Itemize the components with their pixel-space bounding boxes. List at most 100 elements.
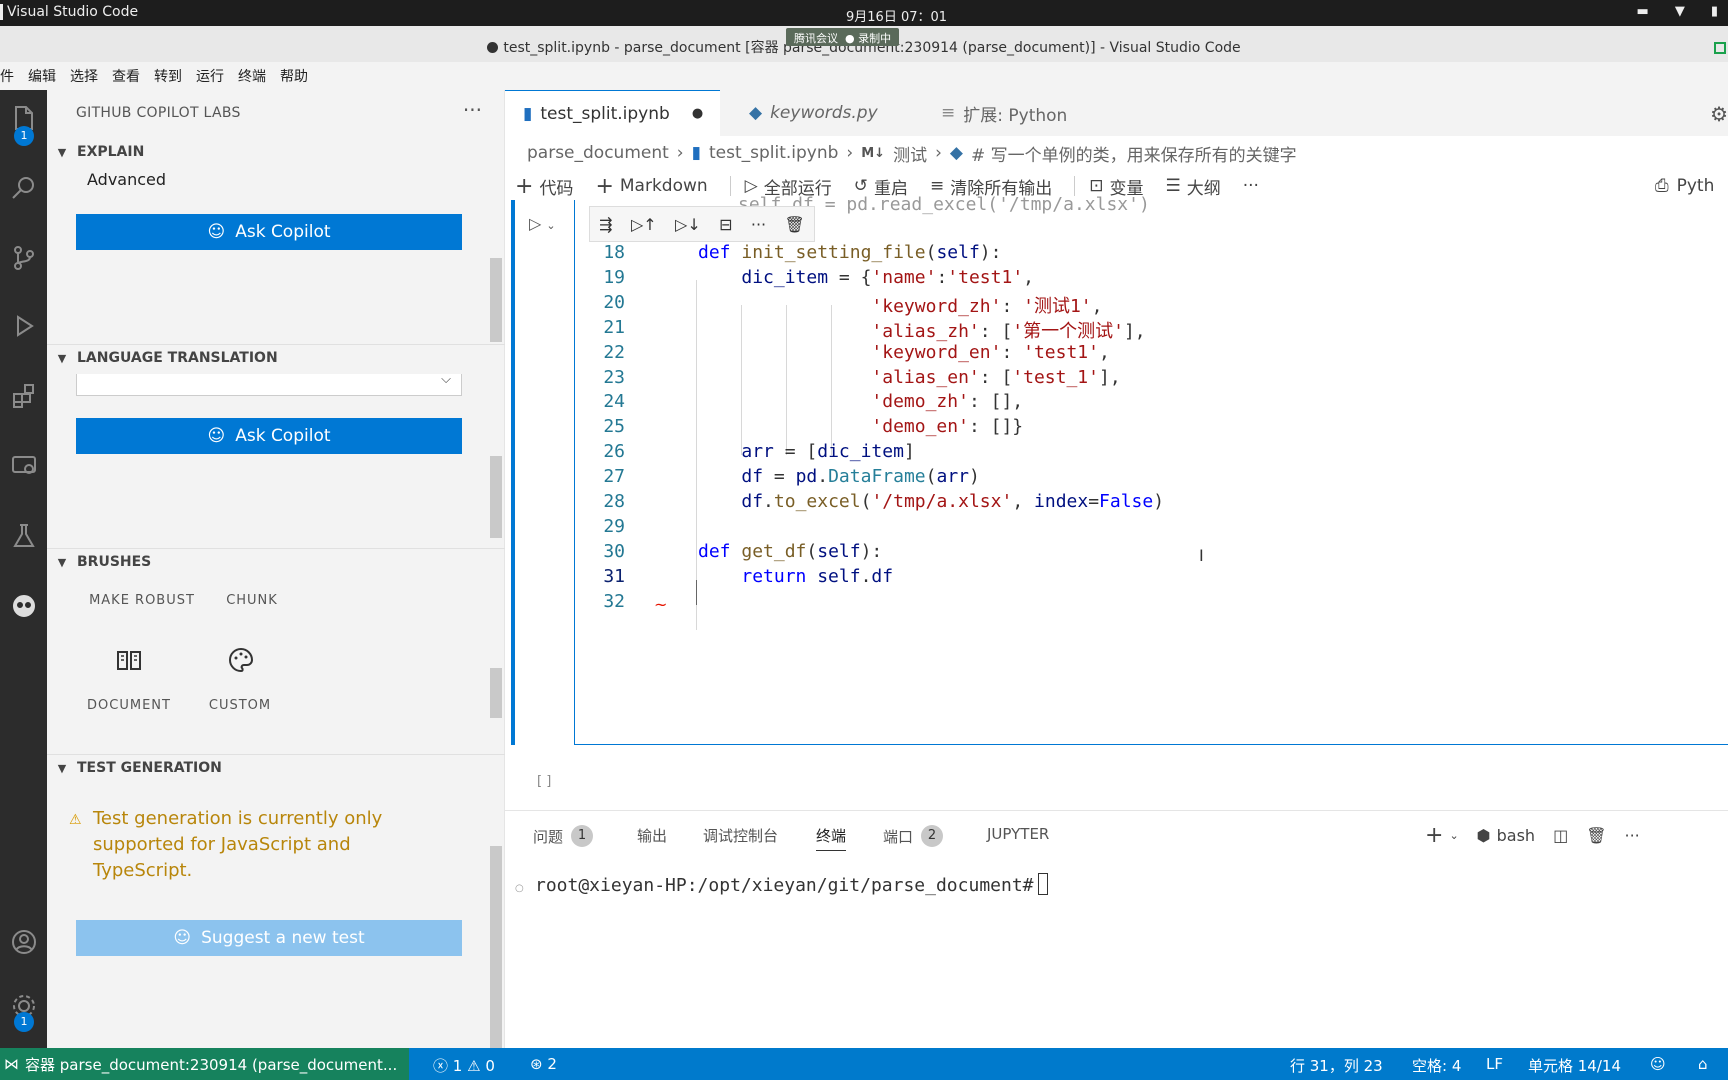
outline-button[interactable]: ☰ 大纲 [1166,174,1221,199]
tab-test-split-label: test_split.ipynb [540,103,670,124]
gear-icon[interactable]: ⚙ [1710,102,1728,126]
run-by-line-icon[interactable]: ⇶ [599,215,612,234]
terminal[interactable]: root@xieyan-HP:/opt/xieyan/git/parse_doc… [535,873,1048,896]
testing-icon[interactable] [0,514,47,558]
chevron-down-icon: ⌵ [441,372,451,387]
chevron-down-icon[interactable]: ⌄ [1449,829,1458,842]
execute-below-icon[interactable]: ▷↓ [675,215,701,234]
copilot-status-icon[interactable]: ☺ [1650,1055,1666,1073]
run-debug-icon[interactable] [0,304,47,348]
tab-extension-python[interactable]: ≡ 扩展: Python [923,90,1113,136]
code-line: dic_item = {'name':'test1', [741,266,1034,288]
section-brushes-header[interactable]: ▼ BRUSHES [55,554,152,570]
run-cell-button[interactable]: ▷ ⌄ [529,214,556,233]
menu-edit[interactable]: 编辑 [28,66,56,86]
split-terminal-icon[interactable]: ◫ [1553,826,1568,845]
breadcrumb: parse_document › ▮ test_split.ipynb › M↓… [527,140,1297,166]
extensions-icon[interactable] [0,374,47,418]
code-cell: ▷ ⌄ [ ] self.df = pd.read_excel('/tmp/a.… [511,194,1728,800]
tab-ports[interactable]: 端口 2 [883,825,944,847]
brush-document[interactable]: DOCUMENT [87,698,171,713]
search-icon[interactable] [0,166,47,210]
menu-selection[interactable]: 选择 [70,66,98,86]
chevron-down-icon: ⌄ [546,219,556,232]
code-editor[interactable]: self.df = pd.read_excel('/tmp/a.xlsx') 1… [574,194,1728,745]
menu-bar: 件 编辑 选择 查看 转到 运行 终端 帮助 [0,62,1728,90]
section-test-generation-header[interactable]: ▼ TEST GENERATION [55,760,222,776]
brushes-scrollbar[interactable] [490,668,502,718]
source-control-icon[interactable] [0,236,47,280]
line-number: 20 [603,291,625,313]
brush-custom[interactable]: CUSTOM [205,698,275,713]
kernel-picker[interactable]: ⎙ Pyth [1655,170,1714,202]
remote-indicator[interactable]: ⋈ 容器 parse_document:230914 (parse_docume… [0,1048,410,1080]
add-code-cell-button[interactable]: + 代码 [515,174,573,199]
menu-go[interactable]: 转到 [154,66,182,86]
end-of-line[interactable]: LF [1486,1055,1503,1073]
os-clock[interactable]: 9月16日 07：01 [846,6,947,25]
tab-problems[interactable]: 问题 1 [533,825,594,847]
copilot-labs-icon[interactable] [0,584,47,628]
keyboard-icon[interactable]: ▬ [1637,4,1649,19]
more-actions-icon[interactable]: ··· [463,98,482,122]
breadcrumb-file[interactable]: test_split.ipynb [709,143,838,163]
delete-cell-icon[interactable]: 🗑 [784,215,804,234]
breadcrumb-folder[interactable]: parse_document [527,143,669,163]
maximize-icon[interactable] [1714,42,1726,54]
translation-ask-copilot-button[interactable]: ☺ Ask Copilot [76,418,462,454]
breadcrumb-cell[interactable]: # 写一个单例的类，用来保存所有的关键字 [971,141,1297,166]
accounts-icon[interactable] [0,920,47,964]
cursor-position[interactable]: 行 31，列 23 [1290,1055,1383,1076]
language-select[interactable]: ⌵ [76,372,462,396]
unsaved-dot-icon [487,42,499,53]
battery-icon[interactable]: ▮ [1711,4,1718,19]
tab-jupyter[interactable]: JUPYTER [987,825,1049,843]
explain-ask-copilot-button[interactable]: ☺ Ask Copilot [76,214,462,250]
tab-terminal[interactable]: 终端 [816,825,847,851]
menu-run[interactable]: 运行 [196,66,224,86]
more-panel-icon[interactable]: ··· [1625,826,1640,845]
extension-page-icon: ≡ [941,103,956,123]
add-markdown-cell-button[interactable]: + Markdown [595,174,707,199]
bottom-panel: 问题 1 输出 调试控制台 终端 端口 2 JUPYTER + ⌄ ⬢ bash ◫ … [505,810,1728,1048]
menu-file[interactable]: 件 [0,66,14,86]
more-toolbar-icon[interactable]: ··· [1243,176,1259,196]
test-generation-scrollbar[interactable] [490,846,502,1048]
tab-keywords[interactable]: ◆ keywords.py [731,90,911,136]
section-translation-header[interactable]: ▼ LANGUAGE TRANSLATION [55,350,278,366]
split-cell-icon[interactable]: ⊟ [719,215,732,234]
palette-icon[interactable] [227,646,255,674]
tab-output[interactable]: 输出 [637,825,667,846]
terminal-shell-selector[interactable]: ⬢ bash [1477,826,1535,845]
cell-indicator[interactable]: 单元格 14/14 [1528,1055,1621,1076]
book-icon[interactable] [115,646,143,674]
translation-scrollbar[interactable] [490,456,502,538]
more-cell-actions-icon[interactable]: ··· [751,215,766,234]
breadcrumb-heading[interactable]: 测试 [893,141,927,166]
meeting-overlay[interactable]: 腾讯会议 ● 录制中 [786,28,900,46]
restart-icon: ↺ [853,176,868,196]
brush-make-robust[interactable]: MAKE ROBUST [87,593,197,608]
execute-above-icon[interactable]: ▷↑ [631,215,657,234]
wifi-icon[interactable]: ▼ [1675,4,1685,19]
kill-terminal-icon[interactable]: 🗑 [1586,826,1606,845]
tab-debug-console[interactable]: 调试控制台 [703,825,778,846]
brush-chunk[interactable]: CHUNK [217,593,287,608]
chevron-right-icon: › [676,143,684,163]
new-terminal-icon[interactable]: + [1425,823,1443,848]
dirty-dot-icon[interactable]: ● [692,106,703,121]
menu-terminal[interactable]: 终端 [238,66,266,86]
code-line: 'alias_en': ['test_1'], [871,366,1121,388]
menu-view[interactable]: 查看 [112,66,140,86]
explain-mode-value[interactable]: Advanced [87,170,166,189]
menu-help[interactable]: 帮助 [280,66,308,86]
explain-scrollbar[interactable] [490,258,502,342]
section-explain-header[interactable]: ▼ EXPLAIN [55,144,145,160]
ports-status[interactable]: ⊛ 2 [530,1055,557,1073]
problems-status[interactable]: ⓧ 1 ⚠ 0 [433,1055,495,1076]
indentation[interactable]: 空格: 4 [1412,1055,1461,1076]
tab-test-split[interactable]: ▮ test_split.ipynb ● [505,90,720,136]
remote-explorer-icon[interactable] [0,444,47,488]
suggest-test-button[interactable]: ☺ Suggest a new test [76,920,462,956]
notifications-icon[interactable]: ⌂ [1698,1055,1708,1073]
